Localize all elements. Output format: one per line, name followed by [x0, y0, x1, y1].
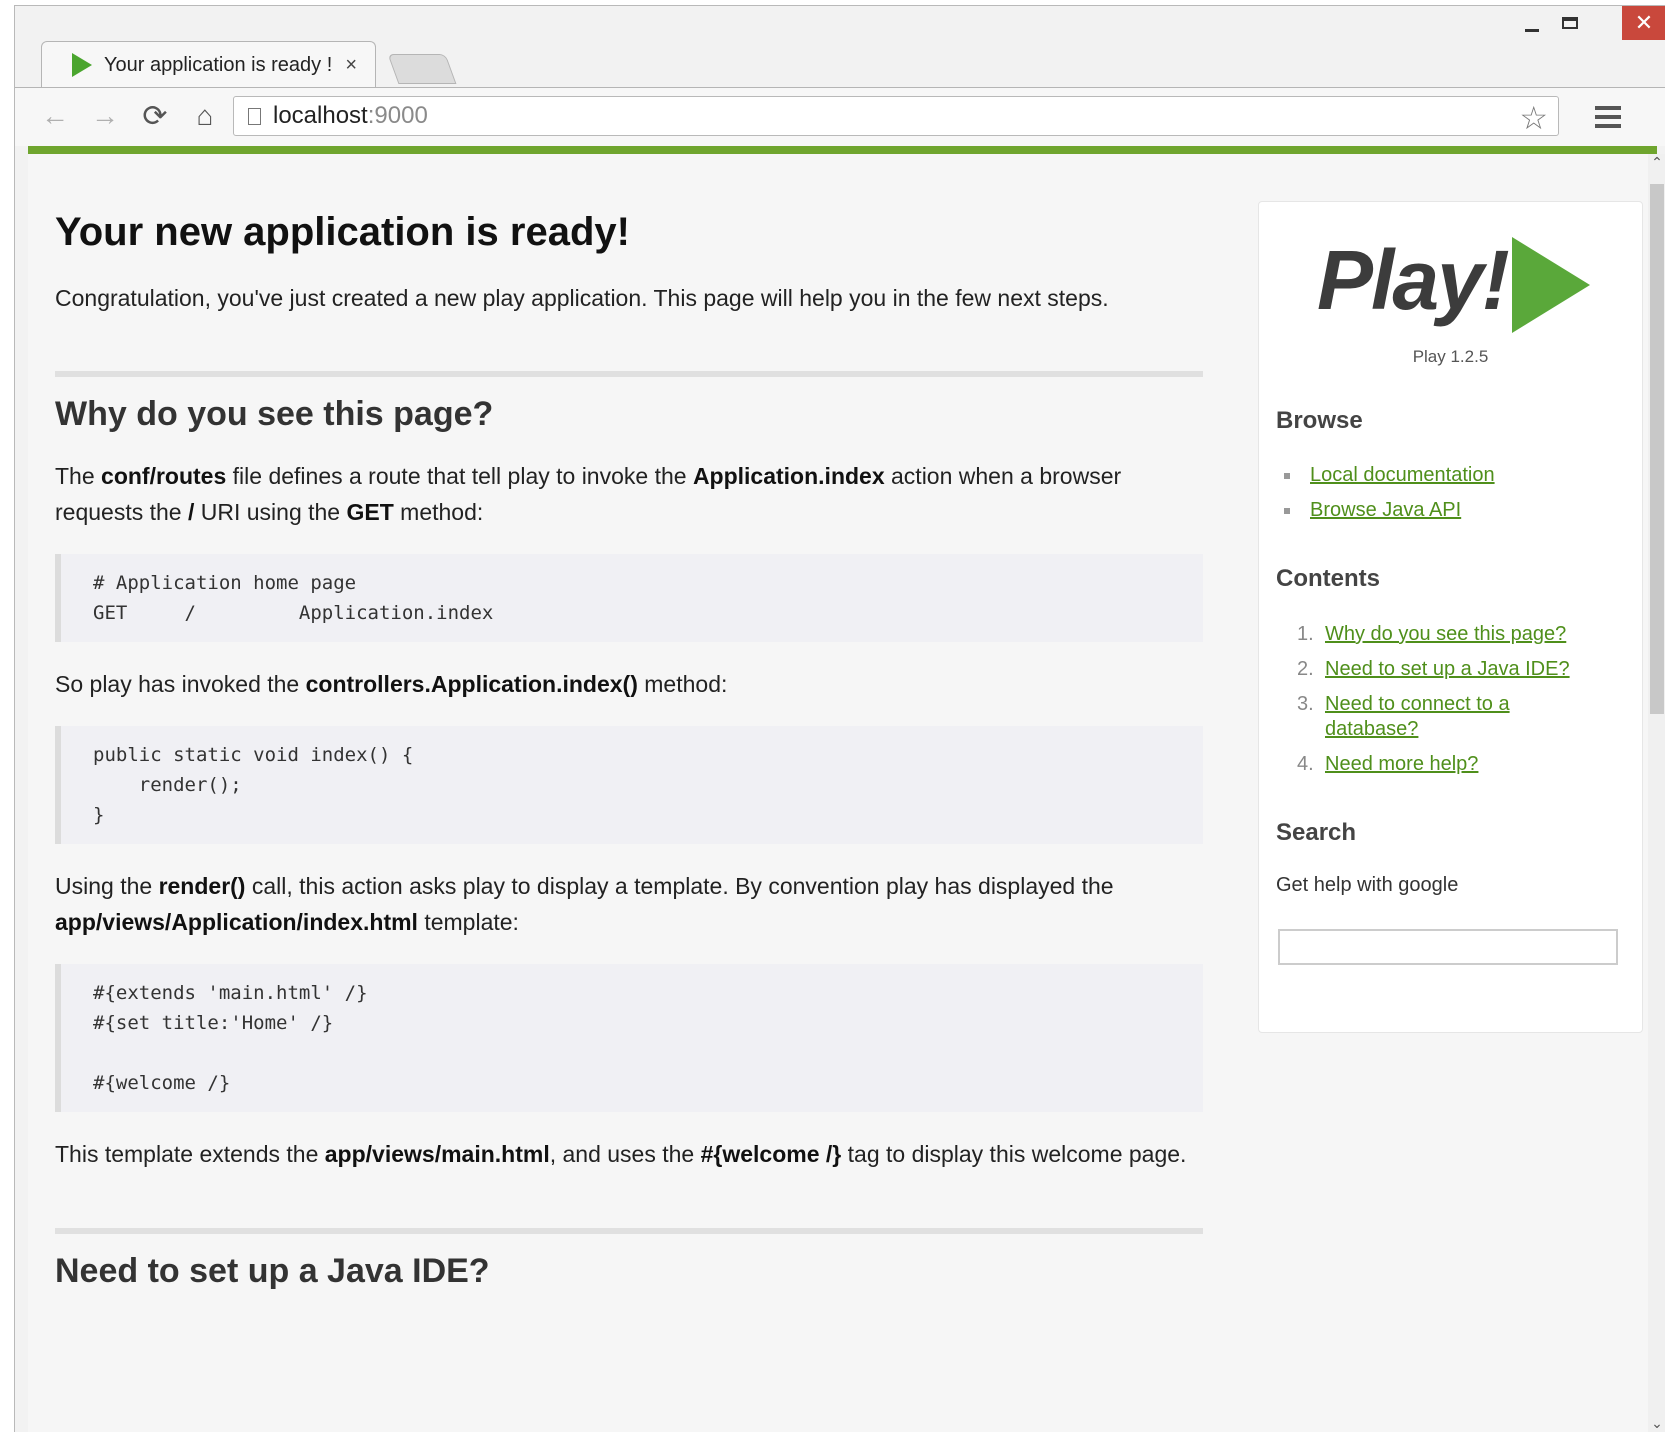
- new-tab-button[interactable]: [387, 54, 457, 84]
- browser-toolbar: ← → ⟳ ⌂ localhost:9000 ☆: [15, 88, 1665, 146]
- page-viewport: Your new application is ready! Congratul…: [28, 154, 1648, 1432]
- sidebar: Play! Play 1.2.5 Browse Local documentat…: [1258, 201, 1643, 1033]
- play-triangle-icon: [1512, 237, 1590, 333]
- contents-link-database[interactable]: Need to connect to a database?: [1325, 692, 1535, 742]
- list-item: Local documentation: [1284, 458, 1495, 493]
- accent-bar: [28, 146, 1657, 154]
- contents-link-help[interactable]: Need more help?: [1325, 752, 1478, 777]
- browser-window: ✕ Your application is ready ! × ← → ⟳ ⌂ …: [14, 5, 1665, 1432]
- template-code-block: #{extends 'main.html' /} #{set title:'Ho…: [55, 964, 1203, 1112]
- contents-heading: Contents: [1276, 565, 1380, 592]
- controller-code-block: public static void index() { render(); }: [55, 726, 1203, 844]
- maximize-icon: [1562, 17, 1578, 29]
- scroll-up-icon[interactable]: ⌃: [1648, 154, 1665, 172]
- section-title-why: Why do you see this page?: [55, 395, 494, 433]
- browser-tab[interactable]: Your application is ready ! ×: [41, 41, 376, 88]
- intro-text: Congratulation, you've just created a ne…: [55, 285, 1109, 311]
- home-button[interactable]: ⌂: [187, 98, 223, 134]
- list-item: 3. Need to connect to a database?: [1297, 692, 1570, 742]
- routes-code-block: # Application home page GET / Applicatio…: [55, 554, 1203, 642]
- controller-paragraph: So play has invoked the controllers.Appl…: [55, 671, 728, 697]
- version-label: Play 1.2.5: [1412, 347, 1489, 366]
- bookmark-star-icon[interactable]: ☆: [1519, 99, 1548, 137]
- scroll-down-icon[interactable]: ⌄: [1648, 1415, 1665, 1432]
- logo-text: Play!: [1317, 233, 1510, 327]
- minimize-button[interactable]: [1514, 6, 1550, 40]
- page-title: Your new application is ready!: [55, 210, 630, 254]
- window-close-button[interactable]: ✕: [1622, 6, 1665, 40]
- bullet-icon: [1284, 472, 1290, 479]
- tab-title: Your application is ready !: [104, 53, 333, 76]
- list-item: Browse Java API: [1284, 493, 1495, 528]
- forward-button[interactable]: →: [87, 98, 123, 134]
- template-paragraph: This template extends the app/views/main…: [55, 1141, 1187, 1167]
- page-icon: [248, 107, 261, 125]
- url-port: :9000: [367, 102, 428, 129]
- section-divider: [55, 371, 1203, 377]
- address-bar[interactable]: localhost:9000 ☆: [233, 96, 1559, 136]
- browse-list: Local documentation Browse Java API: [1284, 458, 1495, 528]
- back-button[interactable]: ←: [37, 98, 73, 134]
- link-browse-java-api[interactable]: Browse Java API: [1310, 499, 1461, 521]
- search-help-text: Get help with google: [1276, 874, 1459, 896]
- search-input[interactable]: [1278, 929, 1618, 965]
- reload-button[interactable]: ⟳: [137, 98, 173, 134]
- search-heading: Search: [1276, 819, 1357, 846]
- contents-link-ide[interactable]: Need to set up a Java IDE?: [1325, 657, 1570, 682]
- list-item: 1. Why do you see this page?: [1297, 622, 1567, 647]
- link-local-documentation[interactable]: Local documentation: [1310, 464, 1495, 486]
- routes-paragraph: The conf/routes file defines a route tha…: [55, 463, 1122, 525]
- render-paragraph: Using the render() call, this action ask…: [55, 873, 1114, 935]
- url-host: localhost: [273, 102, 368, 129]
- vertical-scrollbar[interactable]: ⌃ ⌄: [1648, 154, 1665, 1432]
- play-logo: Play!: [1317, 232, 1597, 333]
- minimize-icon: [1525, 28, 1539, 32]
- maximize-button[interactable]: [1552, 6, 1588, 40]
- contents-list: 1. Why do you see this page? 2. Need to se…: [1297, 622, 1570, 787]
- list-item: 4. Need more help?: [1297, 752, 1479, 777]
- play-favicon-icon: [72, 53, 92, 77]
- list-item: 2. Need to set up a Java IDE?: [1297, 657, 1570, 682]
- scroll-thumb[interactable]: [1650, 184, 1664, 714]
- contents-link-why[interactable]: Why do you see this page?: [1325, 622, 1566, 647]
- bullet-icon: [1284, 507, 1290, 514]
- chrome-menu-icon[interactable]: [1595, 106, 1621, 133]
- section-title-ide: Need to set up a Java IDE?: [55, 1252, 490, 1290]
- browse-heading: Browse: [1276, 407, 1363, 434]
- main-content: Your new application is ready! Congratul…: [55, 154, 1203, 1291]
- section-divider: [55, 1228, 1203, 1234]
- tab-close-icon[interactable]: ×: [345, 54, 357, 77]
